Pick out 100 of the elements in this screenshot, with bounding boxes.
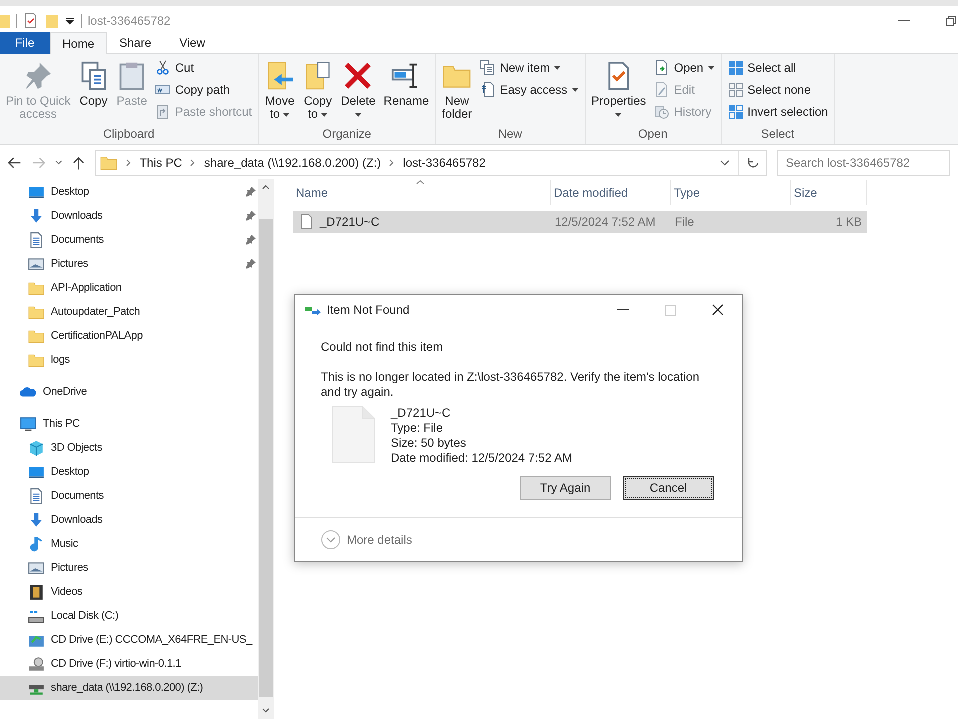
grid-icon bbox=[728, 104, 744, 120]
history-icon bbox=[654, 104, 670, 120]
up-arrow-icon[interactable] bbox=[73, 156, 85, 170]
caret-icon bbox=[354, 112, 362, 116]
ribbon-button[interactable]: Copy to bbox=[299, 57, 338, 126]
restore-icon[interactable] bbox=[946, 16, 956, 26]
computer-icon bbox=[20, 416, 37, 432]
grid-icon bbox=[728, 60, 744, 76]
ribbon-button[interactable]: Copy bbox=[74, 57, 113, 126]
ribbon-button[interactable]: New folder bbox=[438, 57, 476, 126]
search-field[interactable]: Search lost-336465782 bbox=[777, 150, 950, 176]
navigation-item[interactable]: Documents bbox=[0, 484, 258, 508]
chevron-down-icon[interactable] bbox=[720, 160, 730, 166]
ribbon-small-button[interactable]: Invert selection bbox=[726, 102, 830, 121]
column-header[interactable]: Size bbox=[791, 180, 867, 205]
pin-icon bbox=[246, 259, 256, 269]
window-title: lost-336465782 bbox=[88, 13, 171, 30]
navigation-item[interactable]: Pictures bbox=[0, 556, 258, 580]
ribbon-tab[interactable]: View bbox=[164, 32, 221, 54]
navigation-item[interactable]: Downloads bbox=[0, 204, 258, 228]
file-detail: Type: File bbox=[391, 421, 444, 436]
ribbon-small-button[interactable]: Select none bbox=[726, 80, 830, 99]
navigation-item[interactable]: OneDrive bbox=[0, 380, 258, 404]
scroll-up-icon[interactable] bbox=[262, 185, 270, 190]
folder-icon bbox=[100, 154, 118, 172]
ribbon-small-button[interactable]: Copy path bbox=[153, 80, 254, 99]
document-icon bbox=[28, 488, 45, 504]
scroll-down-icon[interactable] bbox=[262, 708, 270, 713]
music-note-icon bbox=[28, 536, 45, 552]
navigation-item[interactable]: API-Application bbox=[0, 276, 258, 300]
navigation-item[interactable]: Desktop bbox=[0, 460, 258, 484]
navigation-item[interactable]: Videos bbox=[0, 580, 258, 604]
chevron-down-icon[interactable] bbox=[55, 160, 64, 166]
navigation-item[interactable]: Documents bbox=[0, 228, 258, 252]
ribbon-small-button[interactable]: New item bbox=[478, 58, 581, 77]
breadcrumb[interactable]: This PC bbox=[140, 154, 182, 172]
ribbon-button[interactable]: Move to bbox=[261, 57, 300, 126]
document-icon bbox=[28, 232, 45, 248]
ribbon-small-button[interactable]: Easy access bbox=[478, 80, 581, 99]
dialog-button[interactable]: Cancel bbox=[623, 476, 714, 500]
ribbon-group-label: New bbox=[497, 126, 524, 143]
navigation-item[interactable]: Music bbox=[0, 532, 258, 556]
dialog-heading: Could not find this item bbox=[321, 339, 444, 356]
navigation-item[interactable]: CertificationPALApp bbox=[0, 324, 258, 348]
chevron-right-icon bbox=[190, 159, 196, 167]
ribbon-small-button[interactable]: Open bbox=[652, 58, 717, 77]
breadcrumb[interactable]: share_data (\\192.168.0.200) (Z:) bbox=[204, 154, 382, 172]
breadcrumb[interactable]: lost-336465782 bbox=[403, 154, 486, 172]
ribbon-button[interactable]: Delete bbox=[337, 57, 380, 126]
scrollbar[interactable] bbox=[258, 179, 274, 719]
navigation-item[interactable]: Local Disk (C:) bbox=[0, 604, 258, 628]
x-icon bbox=[343, 61, 374, 91]
table-cell-text: _D721U~C bbox=[320, 214, 380, 231]
caret-icon bbox=[615, 112, 622, 116]
customize-caret-icon[interactable] bbox=[65, 16, 75, 26]
chevron-right-icon bbox=[389, 159, 396, 167]
ribbon-group-label: Clipboard bbox=[102, 126, 156, 143]
more-details-link[interactable]: More details bbox=[347, 530, 412, 548]
caret-icon bbox=[708, 66, 715, 70]
navigation-item[interactable]: Pictures bbox=[0, 252, 258, 276]
caret-icon bbox=[554, 66, 562, 70]
navigation-item[interactable]: 3D Objects bbox=[0, 436, 258, 460]
edit-document-icon bbox=[654, 82, 670, 98]
navigation-item[interactable]: logs bbox=[0, 348, 258, 372]
shortcut-icon bbox=[155, 104, 172, 120]
navigation-item[interactable]: This PC bbox=[0, 412, 258, 436]
navigation-item[interactable]: Desktop bbox=[0, 180, 258, 204]
ribbon-tab[interactable]: File bbox=[0, 32, 50, 54]
ribbon-tab[interactable]: Share bbox=[107, 32, 164, 54]
navigation-item[interactable]: Downloads bbox=[0, 508, 258, 532]
easy-access-icon bbox=[480, 82, 496, 98]
ribbon-small-button[interactable]: Select all bbox=[726, 58, 830, 77]
ribbon-group-label: Open bbox=[637, 126, 669, 143]
column-header[interactable]: Name bbox=[293, 180, 551, 205]
table-cell-text: 1 KB bbox=[836, 214, 862, 231]
back-arrow-icon[interactable] bbox=[8, 157, 22, 169]
grid-icon bbox=[728, 82, 744, 98]
navigation-item[interactable]: CD Drive (F:) virtio-win-0.1.1 bbox=[0, 652, 258, 676]
pin-icon bbox=[246, 235, 256, 245]
navigation-item[interactable]: share_data (\\192.168.0.200) (Z:) bbox=[0, 676, 258, 700]
check-document-icon[interactable] bbox=[23, 13, 39, 29]
ribbon-button[interactable]: Rename bbox=[380, 57, 434, 126]
disc-drive-icon bbox=[28, 656, 45, 672]
address-bar[interactable]: This PC share_data (\\192.168.0.200) (Z:) lost-336465782 bbox=[94, 150, 768, 176]
caret-icon bbox=[321, 112, 328, 116]
file-row[interactable]: _D721U~C 12/5/2024 7:52 AM File 1 KB bbox=[293, 211, 867, 233]
refresh-icon[interactable] bbox=[747, 156, 760, 170]
column-header[interactable]: Date modified bbox=[551, 180, 671, 205]
close-icon[interactable] bbox=[712, 304, 724, 316]
navigation-item[interactable]: Autoupdater_Patch bbox=[0, 300, 258, 324]
ribbon-group-label: Select bbox=[760, 126, 796, 143]
cube-icon bbox=[28, 440, 45, 456]
dialog-button[interactable]: Try Again bbox=[520, 476, 611, 500]
move-arrow-icon bbox=[305, 304, 321, 316]
navigation-item[interactable]: CD Drive (E:) CCCOMA_X64FRE_EN-US_ bbox=[0, 628, 258, 652]
column-header[interactable]: Type bbox=[671, 180, 791, 205]
scissors-icon bbox=[155, 60, 172, 76]
ribbon-small-button[interactable]: Cut bbox=[153, 58, 254, 77]
ribbon-tab[interactable]: Home bbox=[50, 32, 107, 54]
ribbon-button[interactable]: Properties bbox=[588, 57, 650, 126]
